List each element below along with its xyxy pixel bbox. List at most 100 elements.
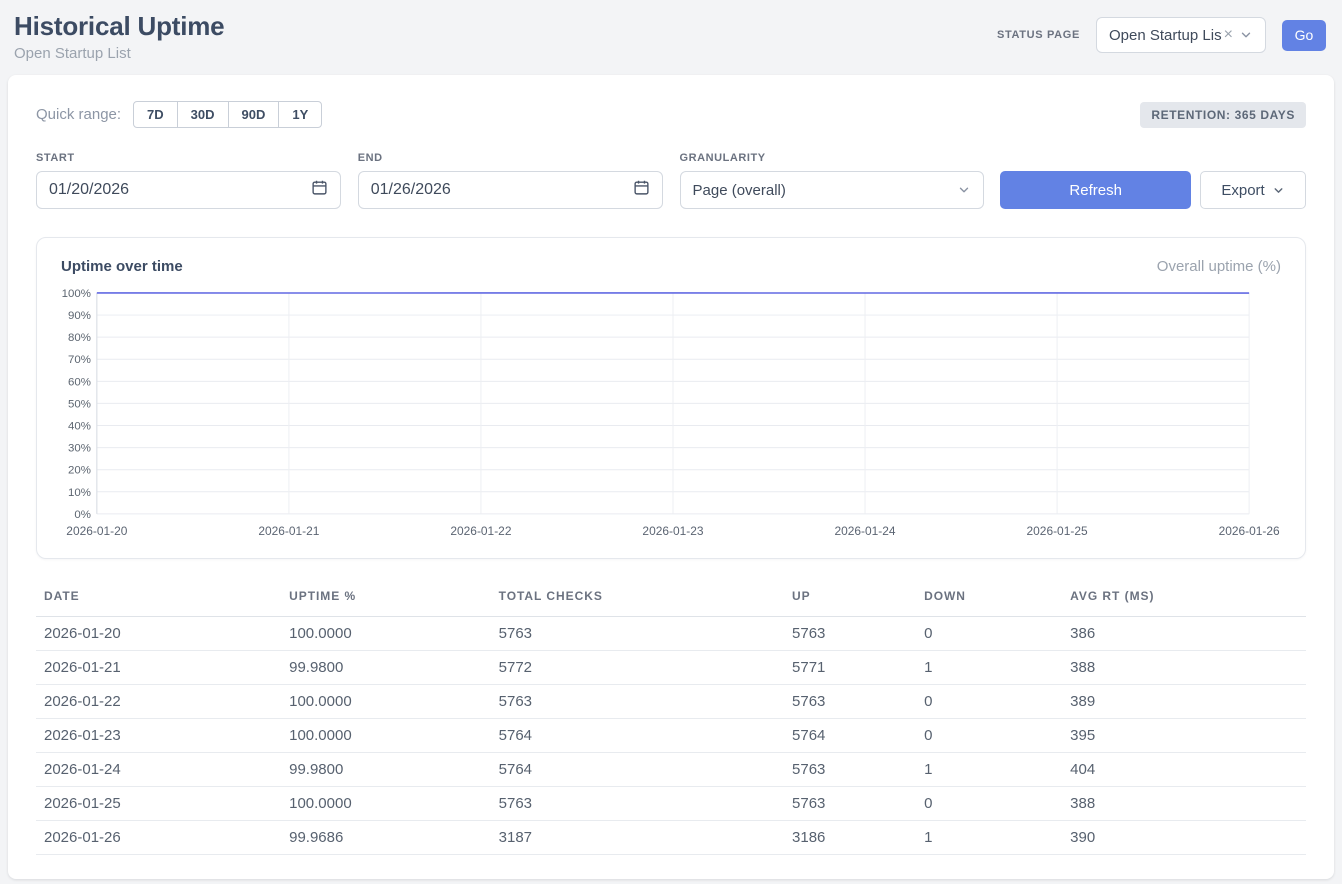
quick-range-30d-button[interactable]: 30D bbox=[177, 101, 229, 128]
granularity-field: GRANULARITY Page (overall) bbox=[680, 152, 985, 209]
quick-range-label: Quick range: bbox=[36, 106, 121, 123]
column-header: DATE bbox=[36, 583, 281, 617]
table-cell: 1 bbox=[916, 820, 1062, 854]
quick-range-7d-button[interactable]: 7D bbox=[133, 101, 178, 128]
svg-text:20%: 20% bbox=[68, 465, 91, 477]
status-page-controls: STATUS PAGE Open Startup List × Go bbox=[997, 17, 1326, 53]
chevron-down-icon bbox=[1239, 28, 1253, 42]
table-cell: 100.0000 bbox=[281, 786, 491, 820]
svg-text:60%: 60% bbox=[68, 376, 91, 388]
svg-text:2026-01-26: 2026-01-26 bbox=[1219, 524, 1280, 538]
table-cell: 388 bbox=[1062, 786, 1306, 820]
table-row: 2026-01-22100.0000576357630389 bbox=[36, 684, 1306, 718]
chart-legend: Overall uptime (%) bbox=[1157, 258, 1281, 275]
quick-range-90d-button[interactable]: 90D bbox=[228, 101, 280, 128]
table-cell: 5763 bbox=[784, 752, 916, 786]
granularity-select-value: Page (overall) bbox=[693, 182, 786, 199]
refresh-button[interactable]: Refresh bbox=[1000, 171, 1191, 209]
quick-range-row: Quick range: 7D30D90D1Y RETENTION: 365 D… bbox=[36, 101, 1306, 128]
table-cell: 5763 bbox=[491, 684, 784, 718]
table-cell: 5772 bbox=[491, 650, 784, 684]
svg-text:70%: 70% bbox=[68, 354, 91, 366]
chart-card: Uptime over time Overall uptime (%) 0% 10… bbox=[36, 237, 1306, 559]
svg-text:50%: 50% bbox=[68, 398, 91, 410]
start-date-input[interactable]: 01/20/2026 bbox=[36, 171, 341, 209]
table-cell: 5763 bbox=[491, 786, 784, 820]
end-date-field: END 01/26/2026 bbox=[358, 152, 663, 209]
granularity-select[interactable]: Page (overall) bbox=[680, 171, 985, 209]
table-row: 2026-01-2499.9800576457631404 bbox=[36, 752, 1306, 786]
table-cell: 99.9800 bbox=[281, 752, 491, 786]
table-cell: 2026-01-24 bbox=[36, 752, 281, 786]
table-cell: 1 bbox=[916, 752, 1062, 786]
table-cell: 100.0000 bbox=[281, 718, 491, 752]
svg-text:100%: 100% bbox=[62, 288, 91, 300]
chart-title: Uptime over time bbox=[61, 258, 183, 275]
svg-text:2026-01-21: 2026-01-21 bbox=[258, 524, 319, 538]
svg-text:2026-01-23: 2026-01-23 bbox=[642, 524, 703, 538]
table-cell: 5763 bbox=[784, 616, 916, 650]
svg-text:2026-01-22: 2026-01-22 bbox=[450, 524, 511, 538]
table-cell: 0 bbox=[916, 718, 1062, 752]
table-row: 2026-01-2699.9686318731861390 bbox=[36, 820, 1306, 854]
table-cell: 0 bbox=[916, 786, 1062, 820]
table-cell: 5764 bbox=[784, 718, 916, 752]
svg-text:40%: 40% bbox=[68, 420, 91, 432]
table-cell: 404 bbox=[1062, 752, 1306, 786]
clear-icon[interactable]: × bbox=[1224, 27, 1233, 43]
svg-text:2026-01-25: 2026-01-25 bbox=[1027, 524, 1088, 538]
table-cell: 2026-01-25 bbox=[36, 786, 281, 820]
table-cell: 3186 bbox=[784, 820, 916, 854]
uptime-chart: 0%10%20%30%40%50%60%70%80%90%100%2026-01… bbox=[61, 287, 1281, 542]
svg-text:2026-01-20: 2026-01-20 bbox=[66, 524, 127, 538]
table-cell: 1 bbox=[916, 650, 1062, 684]
status-page-select[interactable]: Open Startup List × bbox=[1096, 17, 1266, 53]
go-button[interactable]: Go bbox=[1282, 20, 1326, 51]
quick-range-group: 7D30D90D1Y bbox=[133, 101, 322, 128]
table-cell: 5763 bbox=[784, 786, 916, 820]
end-date-input[interactable]: 01/26/2026 bbox=[358, 171, 663, 209]
quick-range-1y-button[interactable]: 1Y bbox=[278, 101, 322, 128]
table-cell: 5771 bbox=[784, 650, 916, 684]
calendar-icon[interactable] bbox=[633, 179, 650, 201]
table-cell: 100.0000 bbox=[281, 684, 491, 718]
export-button[interactable]: Export bbox=[1200, 171, 1306, 209]
column-header: UP bbox=[784, 583, 916, 617]
table-cell: 390 bbox=[1062, 820, 1306, 854]
start-date-value: 01/20/2026 bbox=[49, 181, 129, 199]
chevron-down-icon bbox=[957, 183, 971, 197]
table-cell: 99.9800 bbox=[281, 650, 491, 684]
table-cell: 5763 bbox=[784, 684, 916, 718]
end-date-value: 01/26/2026 bbox=[371, 181, 451, 199]
page-header: Historical Uptime Open Startup List STAT… bbox=[0, 0, 1342, 75]
table-cell: 2026-01-22 bbox=[36, 684, 281, 718]
start-date-field: START 01/20/2026 bbox=[36, 152, 341, 209]
column-header: UPTIME % bbox=[281, 583, 491, 617]
chart-header: Uptime over time Overall uptime (%) bbox=[61, 258, 1281, 275]
svg-text:90%: 90% bbox=[68, 310, 91, 322]
svg-text:0%: 0% bbox=[74, 509, 91, 521]
svg-text:30%: 30% bbox=[68, 443, 91, 455]
status-page-label: STATUS PAGE bbox=[997, 29, 1080, 41]
filters-row: START 01/20/2026 END 01/26/2026 GRANULAR… bbox=[36, 152, 1306, 209]
table-cell: 386 bbox=[1062, 616, 1306, 650]
title-block: Historical Uptime Open Startup List bbox=[14, 11, 224, 62]
calendar-icon[interactable] bbox=[311, 179, 328, 201]
chevron-down-icon bbox=[1272, 184, 1285, 197]
end-label: END bbox=[358, 152, 663, 164]
retention-badge: RETENTION: 365 DAYS bbox=[1140, 102, 1306, 128]
table-cell: 389 bbox=[1062, 684, 1306, 718]
table-row: 2026-01-25100.0000576357630388 bbox=[36, 786, 1306, 820]
table-cell: 2026-01-26 bbox=[36, 820, 281, 854]
svg-text:2026-01-24: 2026-01-24 bbox=[834, 524, 895, 538]
table-row: 2026-01-23100.0000576457640395 bbox=[36, 718, 1306, 752]
table-cell: 3187 bbox=[491, 820, 784, 854]
column-header: AVG RT (MS) bbox=[1062, 583, 1306, 617]
table-row: 2026-01-20100.0000576357630386 bbox=[36, 616, 1306, 650]
table-cell: 0 bbox=[916, 684, 1062, 718]
table-cell: 100.0000 bbox=[281, 616, 491, 650]
table-cell: 2026-01-20 bbox=[36, 616, 281, 650]
table-cell: 388 bbox=[1062, 650, 1306, 684]
table-body: 2026-01-20100.00005763576303862026-01-21… bbox=[36, 616, 1306, 854]
page-subtitle: Open Startup List bbox=[14, 45, 224, 62]
